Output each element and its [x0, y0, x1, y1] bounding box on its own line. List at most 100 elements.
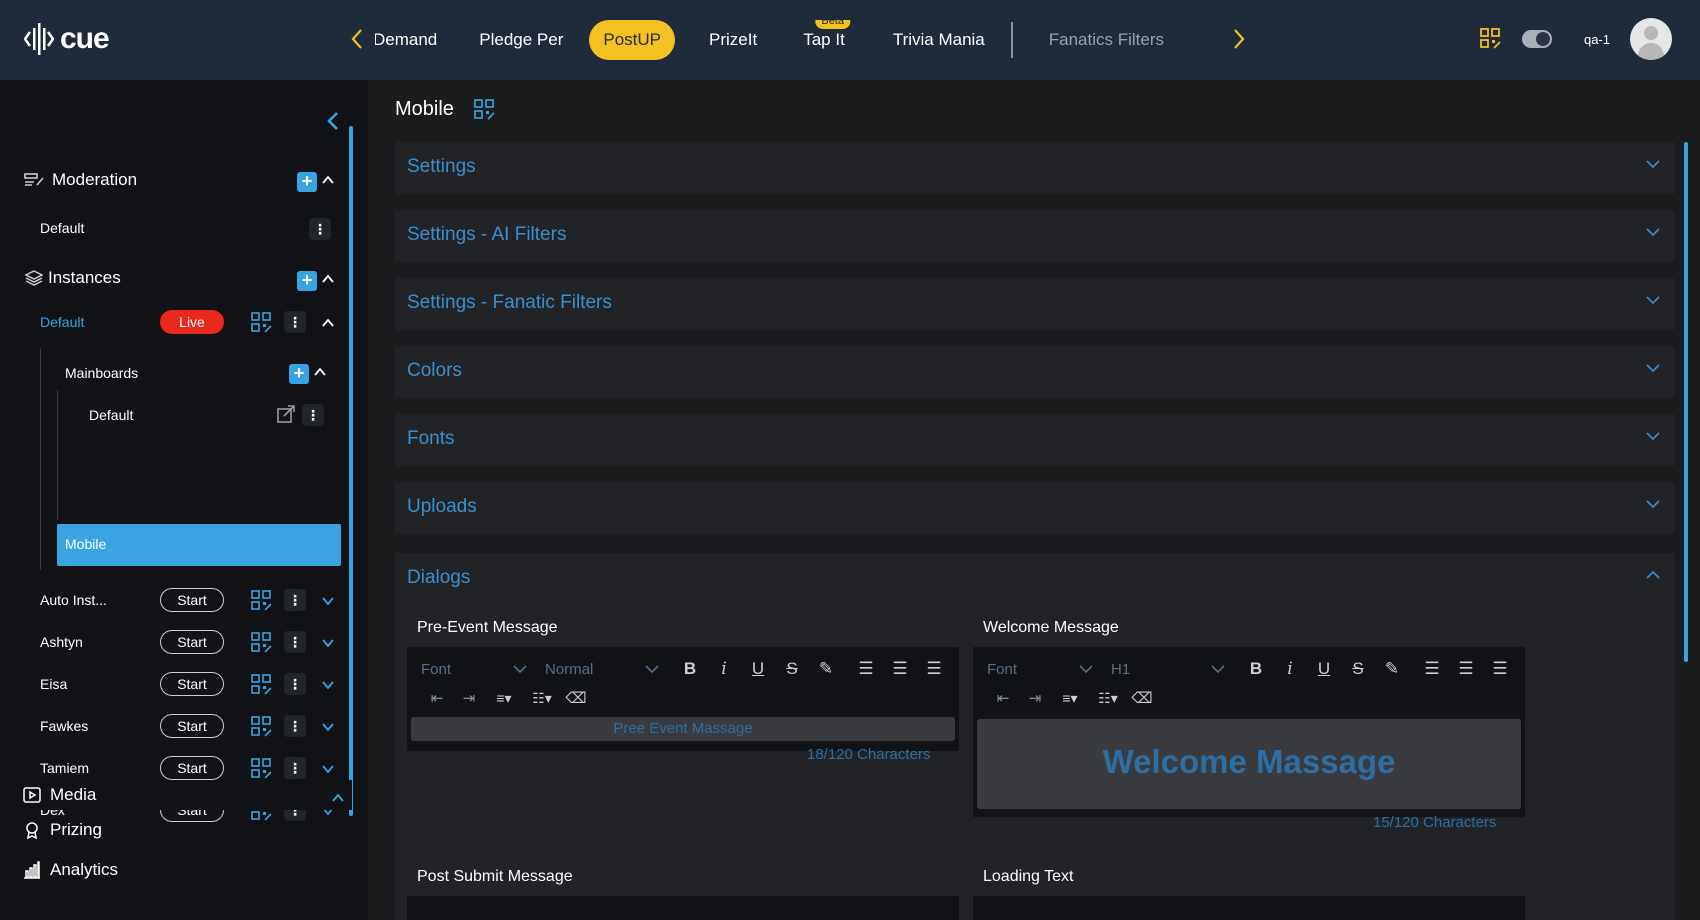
chevron-down-icon[interactable]: [322, 594, 334, 609]
sidebar-section-media[interactable]: Media: [22, 780, 352, 810]
dialogs-title[interactable]: Dialogs: [407, 567, 470, 589]
indent-icon[interactable]: ⇥: [453, 689, 485, 707]
tab-prizeit[interactable]: PrizeIt: [695, 20, 771, 60]
chevron-up-icon[interactable]: [1645, 567, 1661, 585]
add-moderation-button[interactable]: +: [297, 172, 317, 192]
start-button[interactable]: Start: [160, 630, 224, 654]
add-instance-button[interactable]: +: [297, 271, 317, 291]
accordion-colors[interactable]: Colors: [395, 346, 1675, 398]
chevron-up-icon[interactable]: [322, 272, 334, 287]
tab-tap-it[interactable]: Beta Tap It: [789, 20, 859, 60]
accordion-settings-ai-filters[interactable]: Settings - AI Filters: [395, 210, 1675, 262]
tab-postup[interactable]: PostUP: [589, 20, 676, 60]
nav-prev-icon[interactable]: [350, 26, 364, 57]
chevron-down-icon[interactable]: [322, 636, 334, 651]
align-right-icon[interactable]: ☰: [917, 659, 951, 679]
sidebar-section-moderation[interactable]: Moderation: [24, 170, 137, 190]
size-select[interactable]: H1: [1111, 661, 1231, 678]
font-select[interactable]: Font: [421, 661, 533, 678]
align-center-icon[interactable]: ☰: [883, 659, 917, 679]
nav-next-icon[interactable]: [1232, 26, 1246, 57]
chevron-down-icon[interactable]: [322, 762, 334, 777]
start-button[interactable]: Start: [160, 714, 224, 738]
main-scrollbar[interactable]: [1684, 142, 1688, 662]
instance-name[interactable]: Fawkes: [40, 718, 88, 734]
ordered-list-icon[interactable]: ≡▾: [485, 690, 523, 707]
chevron-down-icon[interactable]: [322, 678, 334, 693]
qr-code-icon[interactable]: [251, 674, 273, 696]
qr-code-icon[interactable]: [251, 632, 273, 654]
ordered-list-icon[interactable]: ≡▾: [1051, 690, 1089, 707]
moderation-item-default[interactable]: Default: [40, 220, 84, 236]
instance-name[interactable]: Auto Inst...: [40, 592, 107, 608]
italic-icon[interactable]: i: [1273, 659, 1307, 679]
instance-menu[interactable]: ⋮: [284, 589, 306, 611]
mobile-item-selected[interactable]: Mobile: [57, 524, 341, 566]
welcome-input[interactable]: Welcome Massage: [977, 719, 1521, 809]
chevron-down-icon[interactable]: [322, 720, 334, 735]
start-button[interactable]: Start: [160, 672, 224, 696]
size-select[interactable]: Normal: [545, 661, 665, 678]
qr-code-icon[interactable]: [474, 98, 496, 121]
accordion-settings-fanatic-filters[interactable]: Settings - Fanatic Filters: [395, 278, 1675, 330]
align-left-icon[interactable]: ☰: [1415, 659, 1449, 679]
sidebar-section-analytics[interactable]: Analytics: [22, 860, 118, 880]
bold-icon[interactable]: B: [1239, 659, 1273, 679]
align-center-icon[interactable]: ☰: [1449, 659, 1483, 679]
underline-icon[interactable]: U: [1307, 659, 1341, 679]
loading-text-editor[interactable]: [973, 896, 1525, 920]
instance-menu[interactable]: ⋮: [284, 715, 306, 737]
align-left-icon[interactable]: ☰: [849, 659, 883, 679]
tab-pledge-per[interactable]: Pledge Per: [465, 20, 577, 60]
mainboard-default-menu[interactable]: ⋮: [302, 404, 324, 426]
collapse-sidebar-icon[interactable]: [326, 108, 340, 139]
instance-default[interactable]: Default: [40, 314, 84, 330]
instance-default-menu[interactable]: ⋮: [284, 311, 306, 333]
chevron-up-icon[interactable]: [314, 365, 326, 380]
qr-code-icon[interactable]: [251, 716, 273, 738]
chevron-up-icon[interactable]: [322, 316, 334, 331]
align-right-icon[interactable]: ☰: [1483, 659, 1517, 679]
instance-menu[interactable]: ⋮: [284, 757, 306, 779]
sidebar-section-prizing[interactable]: Prizing: [22, 820, 102, 840]
instance-name[interactable]: Eisa: [40, 676, 67, 692]
cue-logo[interactable]: cue: [24, 22, 110, 56]
outdent-icon[interactable]: ⇤: [987, 689, 1019, 707]
bullet-list-icon[interactable]: ☷▾: [523, 690, 561, 707]
add-mainboard-button[interactable]: +: [289, 364, 309, 384]
chevron-up-icon[interactable]: [322, 173, 334, 188]
accordion-uploads[interactable]: Uploads: [395, 482, 1675, 534]
outdent-icon[interactable]: ⇤: [421, 689, 453, 707]
accordion-settings[interactable]: Settings: [395, 142, 1675, 194]
instance-menu[interactable]: ⋮: [284, 673, 306, 695]
moderation-default-menu[interactable]: ⋮: [309, 218, 331, 240]
open-external-icon[interactable]: [276, 404, 298, 426]
chevron-up-icon[interactable]: [332, 788, 344, 808]
indent-icon[interactable]: ⇥: [1019, 689, 1051, 707]
mainboard-item-default[interactable]: Default: [89, 407, 133, 423]
bold-icon[interactable]: B: [673, 659, 707, 679]
accordion-fonts[interactable]: Fonts: [395, 414, 1675, 466]
highlighter-icon[interactable]: ✎: [809, 659, 843, 679]
font-select[interactable]: Font: [987, 661, 1099, 678]
instance-menu[interactable]: ⋮: [284, 631, 306, 653]
qr-code-icon[interactable]: [251, 758, 273, 780]
post-submit-editor[interactable]: [407, 896, 959, 920]
sidebar-scrollbar[interactable]: [349, 126, 353, 816]
start-button[interactable]: Start: [160, 588, 224, 612]
mainboards-label[interactable]: Mainboards: [65, 365, 138, 381]
tab-fanatics-filters[interactable]: Fanatics Filters: [1035, 20, 1178, 60]
qr-code-icon[interactable]: [251, 590, 273, 612]
instance-name[interactable]: Tamiem: [40, 760, 89, 776]
tab-trivia-mania[interactable]: Trivia Mania: [879, 20, 999, 60]
pre-event-input[interactable]: Pree Event Massage: [411, 717, 955, 741]
strikethrough-icon[interactable]: S: [1341, 659, 1375, 679]
theme-toggle[interactable]: [1521, 30, 1552, 48]
strikethrough-icon[interactable]: S: [775, 659, 809, 679]
bullet-list-icon[interactable]: ☷▾: [1089, 690, 1127, 707]
underline-icon[interactable]: U: [741, 659, 775, 679]
start-button[interactable]: Start: [160, 756, 224, 780]
eraser-icon[interactable]: ⌫: [561, 689, 591, 707]
eraser-icon[interactable]: ⌫: [1127, 689, 1157, 707]
sidebar-section-instances[interactable]: Instances: [24, 268, 121, 288]
